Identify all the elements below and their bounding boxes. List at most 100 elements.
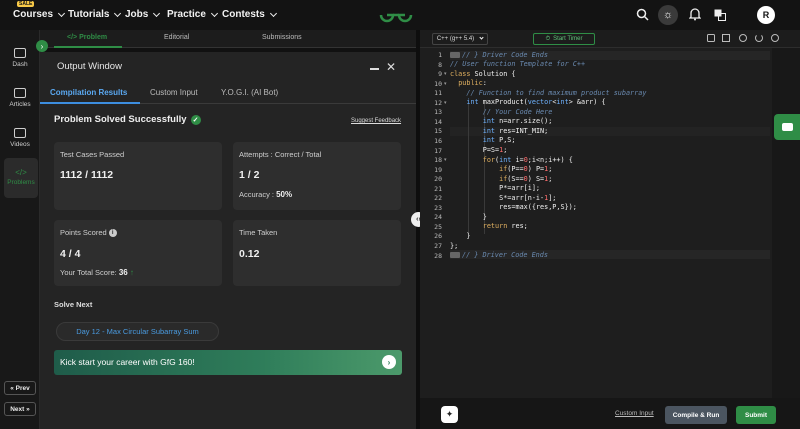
tab-editorial[interactable]: Editorial [164, 34, 189, 41]
chat-icon[interactable] [774, 114, 800, 140]
theme-toggle-icon[interactable]: ☼ [658, 5, 678, 25]
code-line[interactable]: int n=arr.size(); [450, 117, 553, 125]
compile-run-button[interactable]: Compile & Run [665, 406, 727, 424]
fold-arrow-icon[interactable]: ▾ [444, 157, 447, 163]
status-message: Problem Solved Successfully ✓ [54, 114, 201, 125]
nav-jobs[interactable]: Jobs [125, 9, 161, 20]
custom-input-link[interactable]: Custom Input [615, 410, 654, 417]
time-card: Time Taken 0.12 [233, 220, 401, 286]
code-line[interactable]: // } Driver Code Ends [450, 51, 548, 59]
info-icon[interactable]: i [108, 228, 117, 237]
line-number: 20 [434, 175, 442, 184]
code-line[interactable]: int P,S; [450, 136, 516, 144]
next-button[interactable]: Next » [4, 402, 36, 416]
code-line[interactable]: P*=arr[i]; [450, 184, 540, 192]
code-line[interactable]: for(int i=0;i<n;i++) { [450, 156, 573, 164]
reset-icon[interactable] [755, 34, 763, 42]
code-line[interactable]: S*=arr[n-i-1]; [450, 194, 556, 202]
code-line[interactable]: int res=INT_MIN; [450, 127, 548, 135]
code-line[interactable]: class Solution { [450, 70, 515, 78]
settings-icon[interactable] [739, 34, 747, 42]
sale-badge: SALE [17, 1, 35, 7]
expand-panel-icon[interactable]: › [36, 40, 48, 52]
attempts-value: 1 / 2 [239, 169, 260, 181]
problem-tabs: </> Problem Editorial Submissions [40, 30, 416, 48]
total-score: Your Total Score: 36 ↑ [60, 268, 134, 277]
attempts-card: Attempts : Correct / Total 1 / 2 Accurac… [233, 142, 401, 210]
points-card: Points Scored i 4 / 4 Your Total Score: 3… [54, 220, 222, 286]
language-select[interactable]: C++ (g++ 5.4) [432, 33, 488, 45]
code-line[interactable]: P=S=1; [450, 146, 508, 154]
line-number: 28 [434, 251, 442, 260]
submit-button[interactable]: Submit [736, 406, 776, 424]
line-number: 10 [434, 79, 442, 88]
code-line[interactable]: int maxProduct(vector<int> &arr) { [450, 98, 605, 106]
code-line[interactable]: res=max({res,P,S}); [450, 203, 577, 211]
line-number: 22 [434, 194, 442, 203]
sidebar-item-dash[interactable]: Dash [0, 48, 40, 68]
avatar[interactable]: R [757, 6, 775, 24]
chevron-down-icon [57, 9, 66, 17]
tab-custom-input[interactable]: Custom Input [150, 88, 198, 97]
code-line[interactable]: // Your Code Here [450, 108, 553, 116]
tab-yogi-bot[interactable]: Y.O.G.I. (AI Bot) [221, 88, 278, 97]
close-icon[interactable]: ✕ [386, 60, 396, 74]
prev-button[interactable]: « Prev [4, 381, 36, 395]
code-line[interactable]: } [450, 232, 470, 240]
code-line[interactable]: if(P==0) P=1; [450, 165, 552, 173]
next-problem-link[interactable]: Day 12 - Max Circular Subarray Sum [56, 322, 219, 341]
nav-tutorials[interactable]: Tutorials [68, 9, 122, 20]
sidebar-item-articles[interactable]: Articles [0, 88, 40, 108]
test-cases-card: Test Cases Passed 1112 / 1112 [54, 142, 222, 210]
line-number: 25 [434, 222, 442, 231]
code-icon: </> [15, 168, 27, 177]
sidebar-item-problems[interactable]: </> Problems [4, 158, 38, 198]
code-line[interactable]: // } Driver Code Ends [450, 251, 548, 259]
suggest-feedback-link[interactable]: Suggest Feedback [351, 118, 401, 124]
gfg-logo[interactable] [378, 5, 414, 25]
line-number: 9 [438, 70, 442, 79]
test-cases-value: 1112 / 1112 [60, 169, 114, 181]
bell-icon[interactable] [689, 7, 701, 21]
tab-compilation-results[interactable]: Compilation Results [50, 88, 127, 97]
banner-text: Kick start your career with GfG 160! [60, 357, 195, 367]
tab-problem[interactable]: </> Problem [67, 34, 107, 41]
nav-contests[interactable]: Contests [222, 9, 277, 20]
dashboard-icon [14, 48, 26, 58]
line-number: 13 [434, 108, 442, 117]
tab-submissions[interactable]: Submissions [262, 34, 302, 41]
line-number: 21 [434, 184, 442, 193]
line-number: 17 [434, 146, 442, 155]
code-line[interactable]: // Function to find maximum product suba… [450, 89, 646, 97]
line-number: 15 [434, 127, 442, 136]
minimize-icon[interactable] [370, 68, 379, 70]
output-window-title: Output Window [57, 61, 122, 72]
nav-practice[interactable]: Practice [167, 9, 218, 20]
line-number: 1 [438, 51, 442, 59]
search-icon[interactable] [636, 8, 649, 21]
translate-icon[interactable] [714, 9, 726, 21]
line-number: 24 [434, 213, 442, 222]
line-number: 23 [434, 203, 442, 212]
lightbulb-icon[interactable]: ✦ [441, 406, 458, 423]
code-line[interactable]: // User function Template for C++ [450, 60, 585, 68]
copy-icon[interactable] [707, 34, 715, 42]
code-line[interactable]: public: [450, 79, 487, 87]
time-value: 0.12 [239, 248, 260, 260]
code-line[interactable]: } [450, 213, 487, 221]
left-sidebar: Dash Articles Videos </> Problems « Prev… [0, 30, 40, 429]
code-line[interactable]: }; [450, 242, 458, 250]
fold-arrow-icon[interactable]: ▾ [444, 71, 447, 77]
code-line[interactable]: if(S==0) S=1; [450, 175, 552, 183]
fold-arrow-icon[interactable]: ▾ [444, 100, 447, 106]
fullscreen-icon[interactable] [722, 34, 730, 42]
chevron-right-icon[interactable]: › [382, 355, 396, 369]
line-number: 14 [434, 117, 442, 126]
fold-arrow-icon[interactable]: ▾ [444, 81, 447, 87]
info-icon[interactable] [771, 34, 779, 42]
start-timer-button[interactable]: ⏱ Start Timer [533, 33, 595, 45]
code-line[interactable]: return res; [450, 222, 528, 230]
nav-courses[interactable]: Courses [13, 9, 66, 20]
solve-next-heading: Solve Next [54, 300, 93, 309]
sidebar-item-videos[interactable]: Videos [0, 128, 40, 148]
